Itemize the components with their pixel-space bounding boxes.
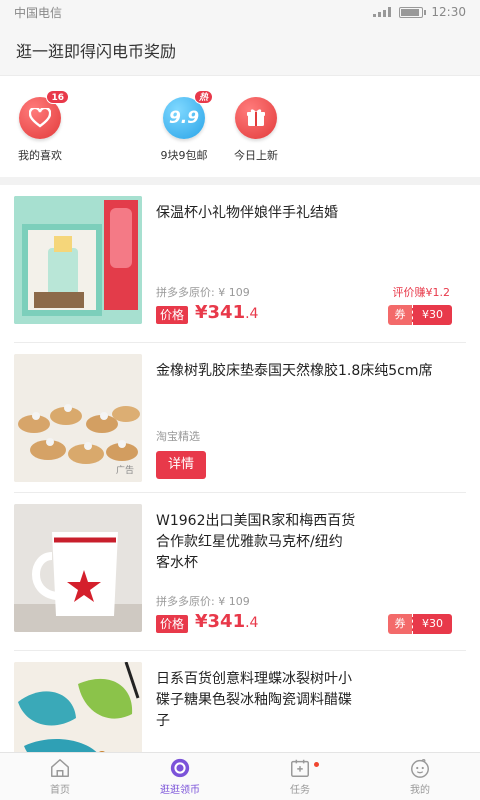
battery-icon: [399, 6, 427, 18]
price-main: ¥341: [195, 611, 246, 632]
clock: 12:30: [431, 5, 466, 19]
product-image: [14, 504, 142, 632]
quick-entry-label: 今日上新: [234, 149, 278, 162]
section-divider: [0, 177, 480, 185]
page-title: 逛一逛即得闪电币奖励: [16, 41, 177, 61]
review-reward: 评价赚¥1.2: [392, 286, 451, 299]
current-price: ¥341.4: [195, 611, 258, 632]
quick-entries: 16 我的喜欢 9.9 热 9块9包邮 今日上新: [0, 77, 480, 177]
price-tag: 价格: [156, 306, 189, 324]
coupon-label: 券: [388, 614, 412, 634]
status-indicators: 12:30: [373, 5, 466, 19]
face-icon: [411, 759, 429, 778]
status-bar: 中国电信 12:30: [0, 0, 480, 24]
nav-mine[interactable]: 我的: [360, 753, 480, 800]
quick-entry-label: 9块9包邮: [160, 149, 208, 162]
quick-entry-nine-nine[interactable]: 9.9 热 9块9包邮: [152, 90, 216, 163]
original-price: 拼多多原价: ¥ 109: [156, 595, 250, 608]
price-main: ¥341: [195, 302, 246, 323]
product-image: [14, 196, 142, 324]
favorites-count-badge: 16: [46, 90, 69, 104]
product-image: [14, 662, 142, 752]
product-card-ad[interactable]: 广告 金橡树乳胶床垫泰国天然橡胶1.8床纯5cm席 淘宝精选 详情: [14, 343, 466, 493]
task-notification-dot: [314, 762, 320, 767]
page-header: 逛一逛即得闪电币奖励: [0, 24, 480, 76]
nav-label: 我的: [410, 785, 430, 796]
price-decimal: .4: [245, 306, 259, 322]
ad-label: 广告: [115, 466, 134, 476]
nav-home[interactable]: 首页: [0, 753, 120, 800]
quick-entry-label: 我的喜欢: [18, 149, 62, 162]
product-title: W1962出口美国R家和梅西百货合作款红星优雅款马克杯/纽约客水杯: [156, 513, 356, 571]
product-card[interactable]: W1962出口美国R家和梅西百货合作款红星优雅款马克杯/纽约客水杯 拼多多原价:…: [14, 493, 466, 651]
quick-entry-new-today[interactable]: 今日上新: [224, 97, 288, 163]
product-card[interactable]: 日系百货创意料理蝶冰裂树叶小碟子糖果色裂冰釉陶瓷调料醋碟子: [14, 651, 466, 752]
nine-nine-icon-text: 9.9: [168, 108, 200, 128]
coupon-button[interactable]: 券 ¥30: [388, 614, 452, 634]
original-price: 拼多多原价: ¥ 109: [156, 286, 250, 299]
signal-icon: [373, 7, 392, 17]
nav-browse-coins[interactable]: 逛逛领币: [120, 753, 240, 800]
coin-icon: [170, 758, 190, 778]
carrier-label: 中国电信: [14, 5, 63, 20]
price-tag: 价格: [156, 615, 189, 633]
heart-icon: 16: [19, 90, 69, 139]
product-source: 淘宝精选: [156, 430, 200, 443]
home-icon: [51, 759, 69, 777]
coupon-label: 券: [388, 305, 412, 325]
nine-nine-icon: 9.9 热: [163, 90, 213, 139]
price-decimal: .4: [245, 615, 259, 631]
bottom-nav: 首页 逛逛领币 任务 我的: [0, 752, 480, 800]
coupon-button[interactable]: 券 ¥30: [388, 305, 452, 325]
product-title: 保温杯小礼物伴娘伴手礼结婚: [156, 205, 338, 221]
nav-label: 逛逛领币: [160, 785, 200, 796]
quick-entry-favorites[interactable]: 16 我的喜欢: [8, 90, 72, 163]
product-card[interactable]: 保温杯小礼物伴娘伴手礼结婚 拼多多原价: ¥ 109 评价赚¥1.2 价格 ¥3…: [14, 185, 466, 343]
coupon-value: ¥30: [412, 614, 452, 634]
calendar-icon: [291, 759, 309, 777]
nav-label: 任务: [290, 785, 310, 796]
hot-badge: 热: [193, 90, 213, 104]
product-image: 广告: [14, 354, 142, 482]
detail-button[interactable]: 详情: [156, 451, 206, 479]
current-price: ¥341.4: [195, 302, 258, 323]
gift-icon: [235, 97, 277, 139]
product-title: 日系百货创意料理蝶冰裂树叶小碟子糖果色裂冰釉陶瓷调料醋碟子: [156, 671, 352, 729]
nav-label: 首页: [50, 785, 70, 796]
product-title: 金橡树乳胶床垫泰国天然橡胶1.8床纯5cm席: [156, 363, 433, 379]
nav-tasks[interactable]: 任务: [240, 753, 360, 800]
coupon-value: ¥30: [412, 305, 452, 325]
